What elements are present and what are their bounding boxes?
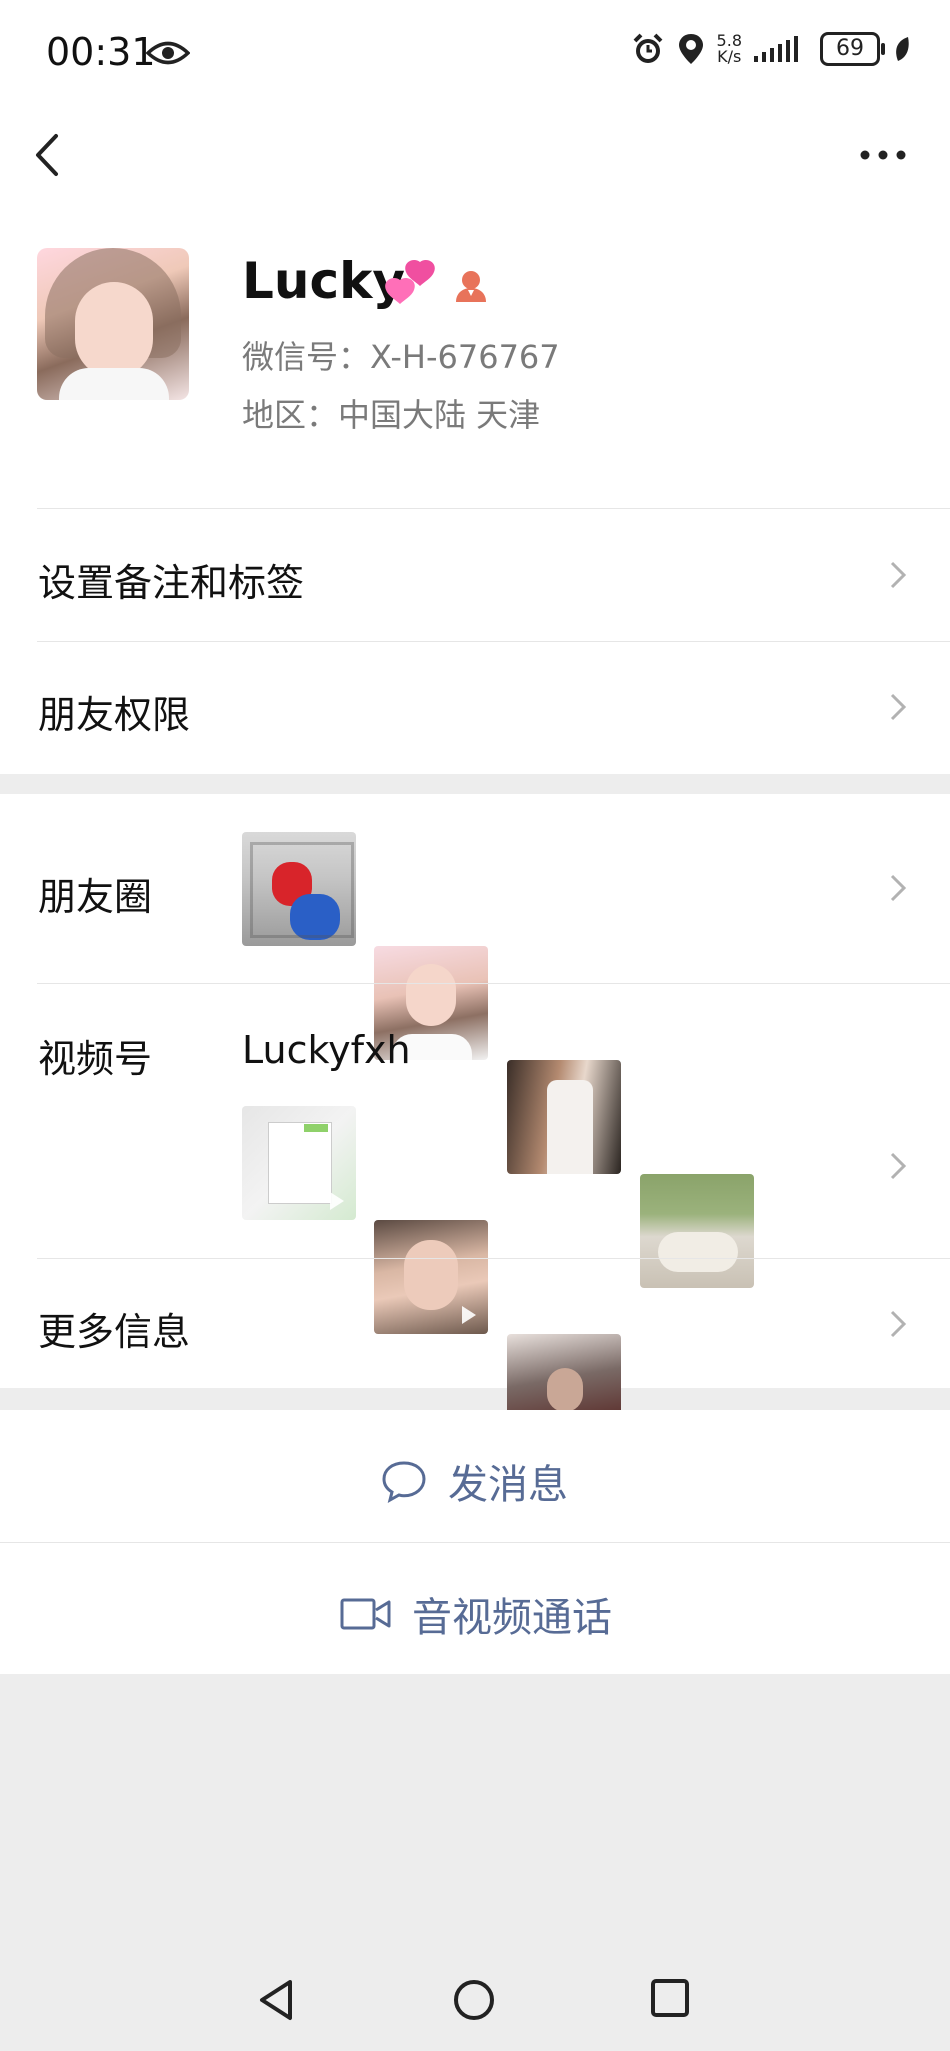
system-nav-bar (0, 1940, 950, 2051)
more-info-label: 更多信息 (38, 1310, 191, 1354)
permissions-label: 朋友权限 (38, 693, 191, 737)
region: 地区：中国大陆 天津 (242, 396, 541, 434)
moments-row[interactable]: 朋友圈 (0, 794, 950, 1288)
location-icon (678, 34, 703, 64)
battery-icon: 69 (820, 32, 885, 66)
more-info-row[interactable]: 更多信息 (0, 1259, 950, 1388)
contact-name: Lucky (242, 252, 405, 310)
channels-name: Luckyfxh (242, 1028, 411, 1072)
video-camera-icon (340, 1598, 391, 1630)
status-time: 00:31 (46, 30, 156, 74)
chevron-right-icon (890, 561, 907, 589)
back-icon[interactable] (32, 130, 62, 180)
agent-icon (456, 271, 486, 302)
video-call-label: 音视频通话 (412, 1595, 612, 1641)
channels-thumbnail[interactable] (242, 1106, 356, 1220)
video-call-content: 音视频通话 (340, 1585, 612, 1643)
nav-recents-icon[interactable] (650, 1978, 690, 2018)
remark-row[interactable]: 设置备注和标签 (0, 510, 950, 640)
permissions-row[interactable]: 朋友权限 (0, 642, 950, 772)
wechat-id: 微信号：X-H-676767 (242, 338, 560, 376)
chevron-right-icon (890, 1152, 907, 1180)
send-message-button[interactable]: 发消息 (0, 1410, 950, 1542)
remark-label: 设置备注和标签 (38, 561, 305, 605)
chevron-right-icon (890, 693, 907, 721)
nav-back-icon[interactable] (256, 1978, 296, 2022)
channels-label: 视频号 (38, 1037, 153, 1081)
chevron-right-icon (890, 874, 907, 902)
alarm-icon (633, 33, 662, 63)
heart-emoji-icon (385, 260, 435, 304)
send-message-label: 发消息 (448, 1462, 568, 1508)
signal-icon (754, 36, 798, 62)
divider (37, 508, 950, 509)
avatar[interactable] (37, 248, 189, 400)
chat-bubble-icon (382, 1461, 426, 1503)
leaf-icon (896, 37, 909, 61)
net-speed: 5.8 K/s (716, 31, 742, 66)
status-bar: 00:31 5.8 K/s 69 (0, 0, 950, 110)
more-icon[interactable] (858, 145, 908, 165)
status-icons: 5.8 K/s 69 (631, 32, 912, 66)
video-call-button[interactable]: 音视频通话 (0, 1543, 950, 1674)
channels-row[interactable]: 视频号 Luckyfxh (0, 984, 950, 1562)
moments-label: 朋友圈 (38, 875, 153, 919)
moments-thumbnail[interactable] (242, 832, 356, 946)
chevron-right-icon (890, 1310, 907, 1338)
nav-home-icon[interactable] (452, 1978, 496, 2022)
eye-icon (146, 41, 190, 65)
send-message-content: 发消息 (380, 1452, 568, 1510)
